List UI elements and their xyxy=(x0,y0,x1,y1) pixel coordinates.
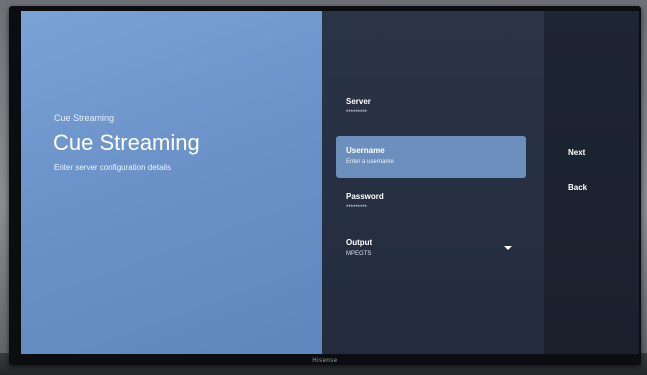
actions-panel: Next Back xyxy=(544,11,639,354)
next-button[interactable]: Next xyxy=(568,148,585,157)
output-label: Output xyxy=(346,238,373,247)
password-label: Password xyxy=(346,192,384,201)
guidance-description: Enter server configuration details xyxy=(54,163,171,172)
username-field[interactable]: Username Enter a username xyxy=(336,136,526,178)
guidance-panel: Cue Streaming Cue Streaming Enter server… xyxy=(21,11,322,354)
guidance-breadcrumb: Cue Streaming xyxy=(54,113,115,123)
tv-screen: Cue Streaming Cue Streaming Enter server… xyxy=(21,11,639,354)
back-button[interactable]: Back xyxy=(568,183,587,192)
username-value: Enter a username xyxy=(346,159,394,165)
chevron-down-icon[interactable] xyxy=(504,246,512,250)
output-value: MPEGTS xyxy=(346,251,372,257)
settings-list: Server ********* Username Enter a userna… xyxy=(322,11,544,354)
username-label: Username xyxy=(346,146,385,155)
tv-brand-logo: Hisense xyxy=(312,358,338,364)
password-field[interactable]: Password ********* xyxy=(336,182,526,224)
guidance-title: Cue Streaming xyxy=(53,130,200,155)
server-field[interactable]: Server ********* xyxy=(336,87,526,129)
password-value: ********* xyxy=(346,205,368,211)
server-value: ********* xyxy=(346,110,368,116)
output-select[interactable]: Output MPEGTS xyxy=(336,228,526,270)
server-label: Server xyxy=(346,97,371,106)
